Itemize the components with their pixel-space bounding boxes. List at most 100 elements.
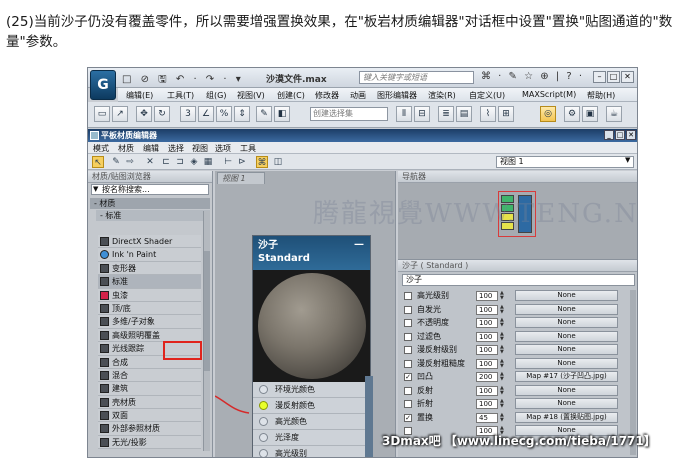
amount-field[interactable]: 100 [476,358,498,369]
me-menu-utilities[interactable]: 工具 [240,143,256,154]
map-button[interactable]: Map #18 (置换贴图.jpg) [515,411,618,423]
slot-specular-level[interactable]: 高光级别 [253,446,370,457]
menu-animation[interactable]: 动画 [350,90,366,101]
material-name-field[interactable]: 沙子 [402,274,635,286]
socket-icon[interactable] [259,433,268,442]
search-input[interactable]: 键入关键字或短语 [359,71,474,84]
amount-field[interactable]: 100 [476,385,498,396]
close-button[interactable]: ✕ [621,71,634,83]
assign-material-icon[interactable]: ⇨ [124,156,136,168]
snap-icon[interactable]: 3 [180,106,196,122]
browser-scrollbar[interactable] [203,211,210,451]
me-maximize-button[interactable]: □ [615,130,625,140]
menu-customize[interactable]: 自定义(U) [469,90,505,101]
spinner-icon[interactable]: ▲ ▼ [500,399,506,409]
map-enable-checkbox[interactable] [404,346,412,354]
me-menu-select[interactable]: 选择 [168,143,184,154]
list-item[interactable]: 双面 [98,409,201,423]
map-button[interactable]: None [515,330,618,342]
slot-specular-color[interactable]: 高光颜色 [253,414,370,430]
edit-named-sets-icon[interactable]: ✎ [256,106,272,122]
socket-icon[interactable] [259,449,268,457]
menu-rendering[interactable]: 渲染(R) [428,90,456,101]
maximize-button[interactable]: □ [607,71,620,83]
list-item[interactable]: 壳材质 [98,395,201,410]
percent-snap-icon[interactable]: % [216,106,232,122]
collapse-icon[interactable]: — [354,238,364,251]
menu-edit[interactable]: 编辑(E) [126,90,153,101]
map-button[interactable]: None [515,344,618,355]
tab-view-1[interactable]: 视图 1 [217,172,265,184]
map-button[interactable]: None [515,384,618,396]
list-item[interactable]: 外部参照材质 [98,422,201,436]
me-menu-modes[interactable]: 模式 [93,143,109,154]
list-item[interactable]: 多维/子对象 [98,315,201,329]
select-tool-icon[interactable]: ↖ [92,156,104,168]
layout-icon[interactable]: ⊢ [222,156,234,168]
map-enable-checkbox[interactable] [404,332,412,341]
list-item[interactable]: 混合 [98,368,201,383]
move-icon[interactable]: ✥ [136,106,152,122]
angle-snap-icon[interactable]: ∠ [198,106,214,122]
me-menu-view[interactable]: 视图 [192,143,208,154]
map-button[interactable]: None [515,357,618,369]
chevron-down-icon[interactable]: ▼ [625,156,630,164]
render-icon[interactable]: ☕ [606,106,622,122]
me-menu-options[interactable]: 选项 [215,143,231,154]
render-setup-icon[interactable]: ⚙ [564,106,580,122]
socket-icon[interactable] [259,417,268,426]
layer-manager-icon[interactable]: ≣ [438,106,454,122]
map-button[interactable]: None [515,317,618,328]
render-frame-icon[interactable]: ▣ [582,106,598,122]
hide-slots-icon[interactable]: ⊐ [174,156,186,168]
menu-views[interactable]: 视图(V) [237,90,265,101]
material-editor-icon[interactable]: ◎ [540,106,556,122]
eyedropper-icon[interactable]: ✎ [110,156,122,168]
spinner-icon[interactable]: ▲ ▼ [500,372,506,382]
amount-field[interactable]: 200 [476,372,498,382]
me-minimize-button[interactable]: _ [604,130,614,140]
browser-search-field[interactable]: 按名称搜索... [91,184,209,195]
list-item[interactable]: 标准 [98,275,201,289]
view-dropdown[interactable]: 视图 1 [496,156,634,168]
menu-modifiers[interactable]: 修改器 [315,90,339,101]
menu-group[interactable]: 组(G) [206,90,226,101]
parameter-editor-icon[interactable]: ◫ [272,156,284,168]
group-standard[interactable]: - 标准 [96,210,210,221]
mirror-icon[interactable]: ⫴ [396,106,412,122]
spinner-icon[interactable]: ▲ ▼ [500,291,506,301]
list-item[interactable]: 建筑 [98,382,201,396]
spinner-icon[interactable]: ▲ ▼ [500,318,506,328]
list-item[interactable]: 虫漆 [98,288,201,302]
spinner-icon[interactable]: ▲ ▼ [500,358,506,369]
spinner-icon[interactable]: ▲ ▼ [500,331,506,342]
layout-children-icon[interactable]: ⊳ [236,156,248,168]
spinner-icon[interactable]: ▲ ▼ [500,385,506,396]
menu-create[interactable]: 创建(C) [277,90,305,101]
map-button[interactable]: None [515,290,618,301]
group-materials[interactable]: - 材质 [90,198,210,209]
minimize-button[interactable]: – [593,71,606,83]
list-item[interactable]: 顶/底 [98,301,201,316]
map-button[interactable]: None [515,398,618,409]
align-icon[interactable]: ⊟ [414,106,430,122]
menu-help[interactable]: 帮助(H) [587,90,615,101]
me-menu-edit[interactable]: 编辑 [143,143,159,154]
socket-icon[interactable] [259,385,268,394]
map-enable-checkbox[interactable]: ✓ [404,373,412,381]
spinner-snap-icon[interactable]: ⇕ [234,106,250,122]
map-button[interactable]: None [515,303,618,315]
spinner-icon[interactable]: ▲ ▼ [500,412,506,423]
delete-icon[interactable]: ✕ [144,156,156,168]
amount-field[interactable]: 100 [476,318,498,328]
move-children-icon[interactable]: ⊏ [160,156,172,168]
map-enable-checkbox[interactable]: ✓ [404,413,412,422]
material-node-sand[interactable]: 沙子 Standard — 环境光颜色 漫反射颜色 高光颜色 光泽度 高光级别 [252,235,371,457]
map-enable-checkbox[interactable] [404,305,412,314]
map-enable-checkbox[interactable] [404,292,412,300]
menu-maxscript[interactable]: MAXScript(M) [522,90,576,99]
slot-glossiness[interactable]: 光泽度 [253,430,370,446]
material-map-navigator-icon[interactable]: ⌘ [256,156,268,168]
map-enable-checkbox[interactable] [404,359,412,368]
show-map-icon[interactable]: ◈ [188,156,200,168]
